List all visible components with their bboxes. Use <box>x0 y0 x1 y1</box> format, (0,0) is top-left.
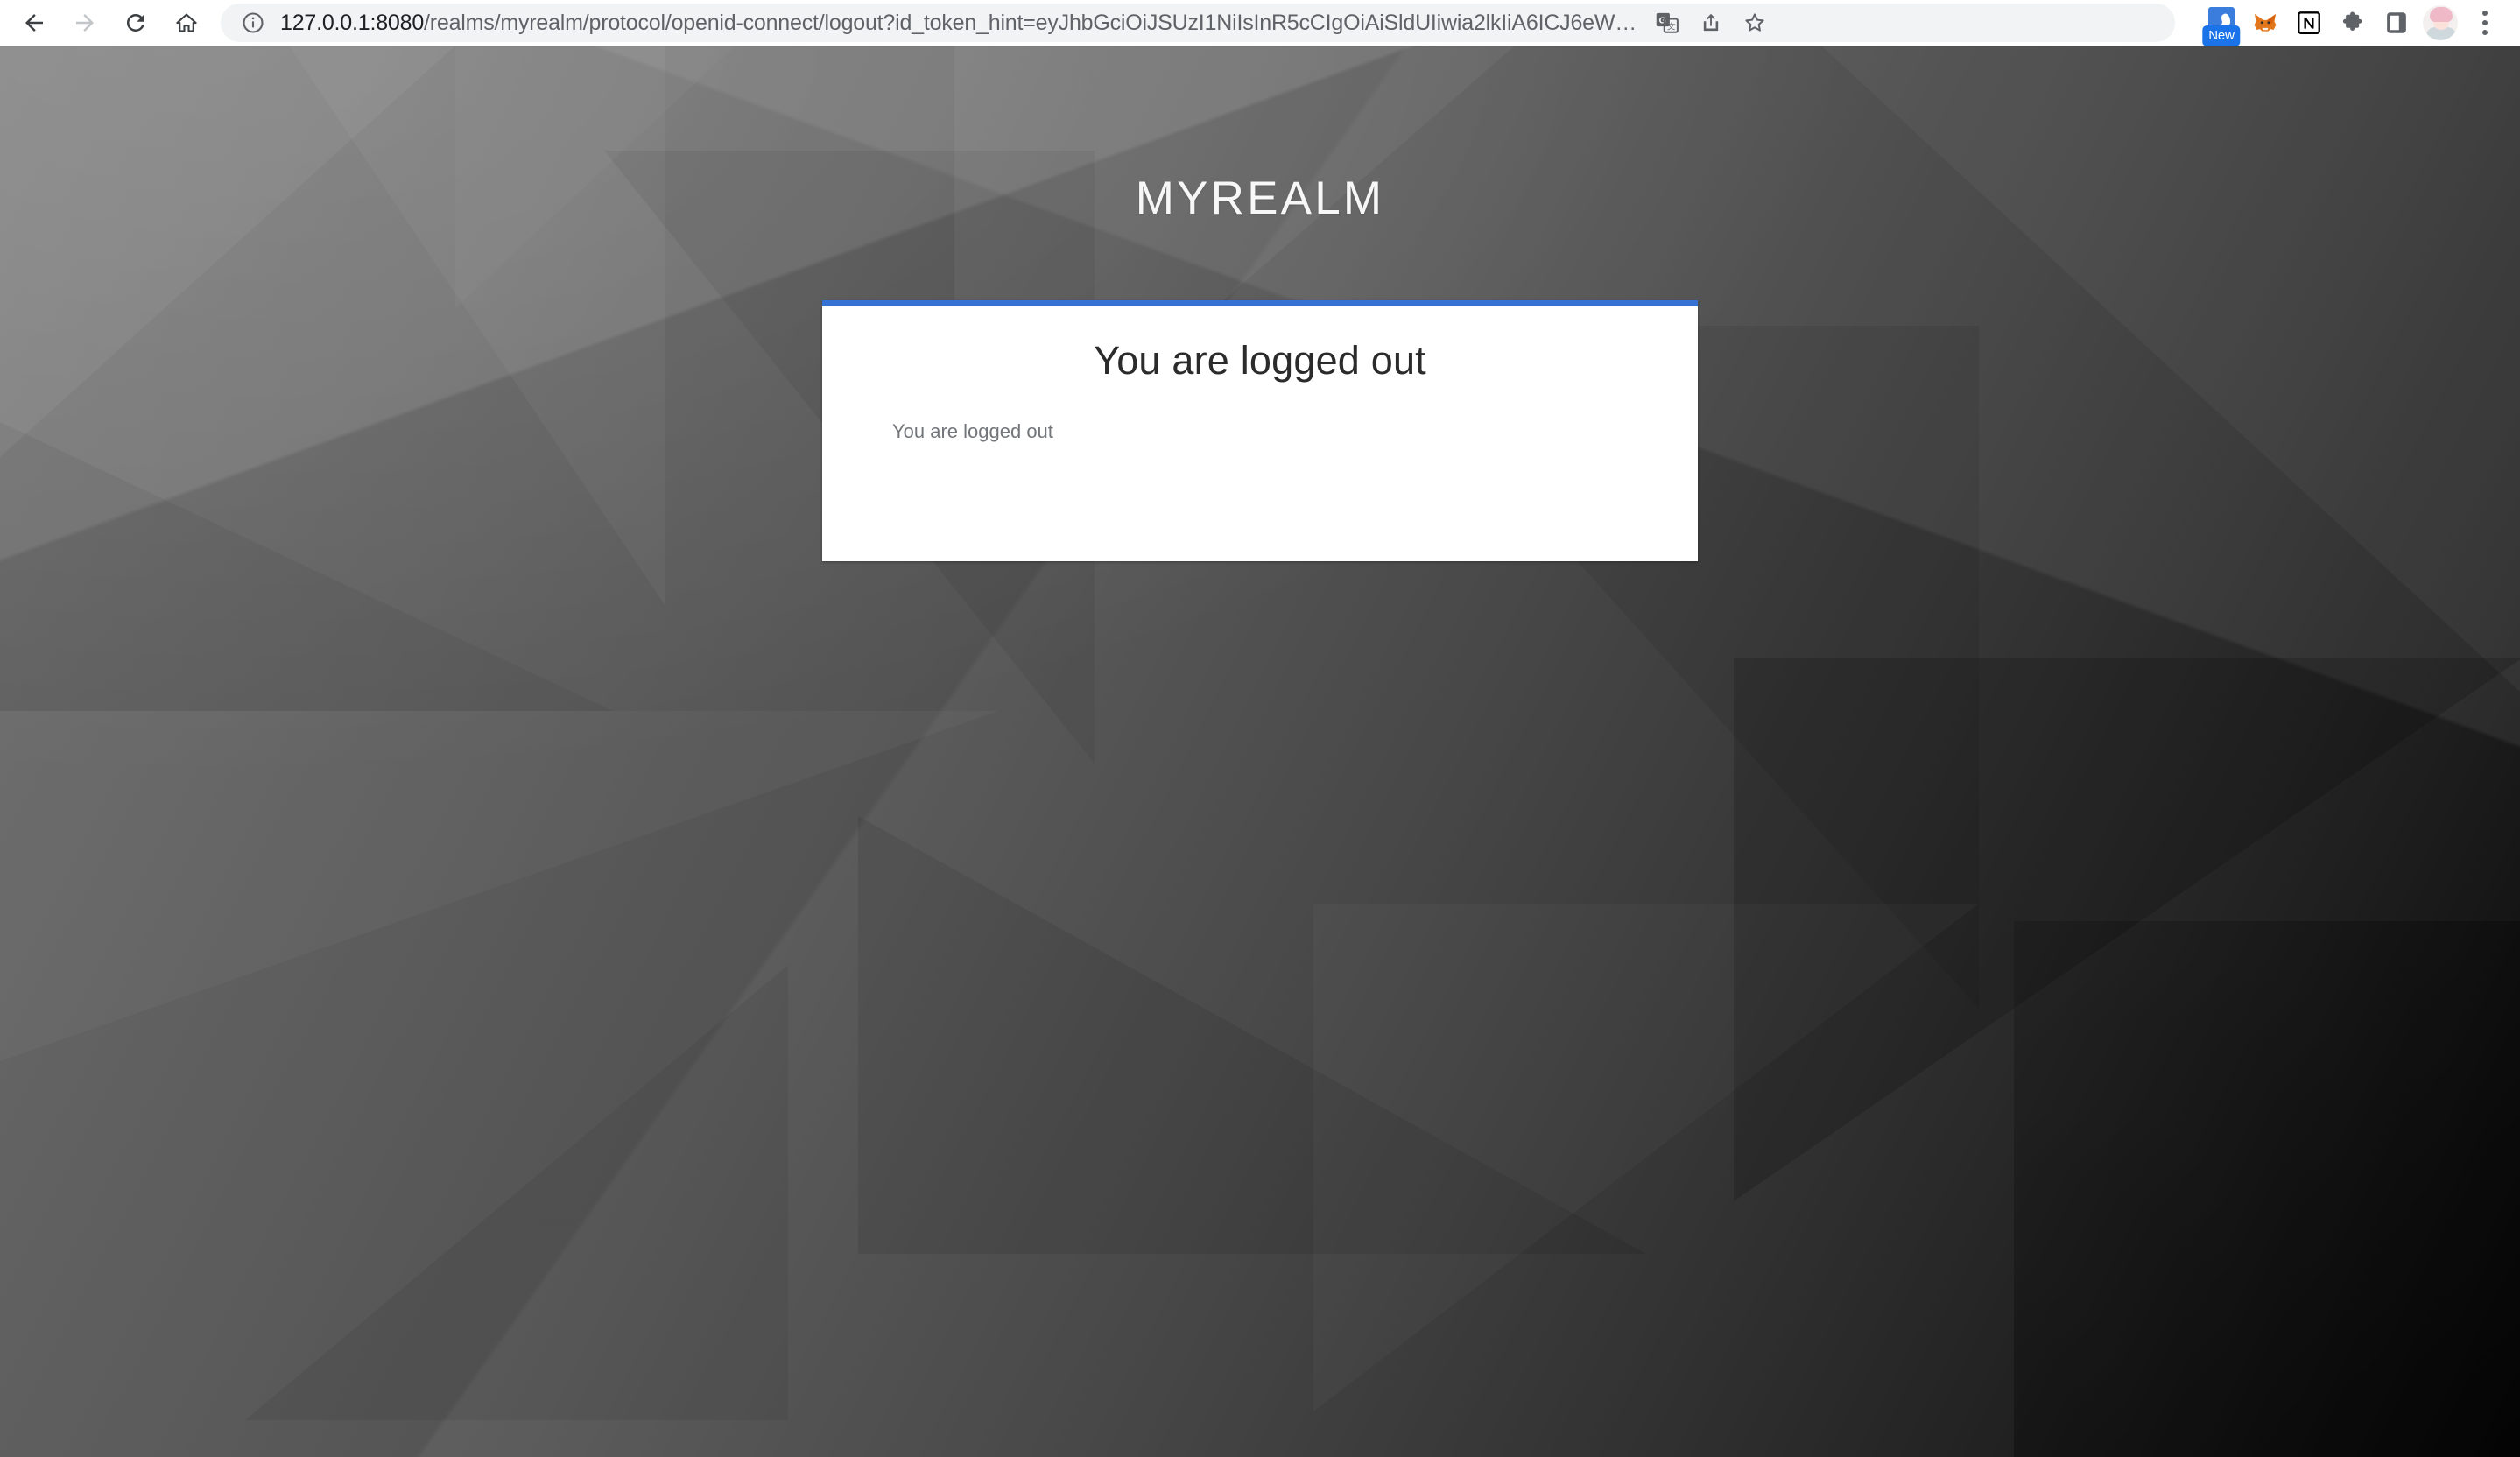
menu-dot <box>2482 20 2488 25</box>
browser-toolbar: 127.0.0.1:8080/realms/myrealm/protocol/o… <box>0 0 2520 46</box>
forward-arrow-icon <box>76 14 94 32</box>
chrome-menu-button[interactable] <box>2462 0 2508 46</box>
url-text: 127.0.0.1:8080/realms/myrealm/protocol/o… <box>280 10 1637 36</box>
new-extension-badge: New <box>2202 25 2241 46</box>
notion-extension-button[interactable] <box>2287 1 2331 45</box>
avatar-hair <box>2430 7 2453 22</box>
info-circle-icon <box>243 12 264 33</box>
menu-dot <box>2482 30 2488 35</box>
reload-icon <box>126 13 144 32</box>
card-heading: You are logged out <box>1094 338 1426 383</box>
url-path: /realms/myrealm/protocol/openid-connect/… <box>424 11 1637 35</box>
browser-window: 127.0.0.1:8080/realms/myrealm/protocol/o… <box>0 0 2520 1457</box>
extensions-menu-button[interactable] <box>2331 1 2375 45</box>
side-panel-icon <box>2387 12 2406 33</box>
share-icon <box>1703 13 1719 32</box>
notion-icon <box>2298 11 2320 34</box>
new-extension-button[interactable]: New <box>2200 1 2243 46</box>
back-arrow-icon <box>25 14 43 32</box>
back-button[interactable] <box>9 0 60 48</box>
home-button[interactable] <box>161 0 212 48</box>
address-bar[interactable]: 127.0.0.1:8080/realms/myrealm/protocol/o… <box>221 4 2175 42</box>
site-info-button[interactable] <box>240 10 266 36</box>
toolbar-shadow <box>0 46 2520 47</box>
share-button[interactable] <box>1689 1 1733 45</box>
metamask-extension-button[interactable] <box>2243 1 2287 45</box>
translate-button[interactable]: G 文 <box>1645 1 1689 45</box>
svg-text:文: 文 <box>1667 21 1675 31</box>
extension-strip: New <box>2200 0 2508 46</box>
logout-card: You are logged out You are logged out <box>822 300 1698 561</box>
omnibox-actions: G 文 <box>1645 1 1777 45</box>
realm-title: MYREALM <box>1135 172 1385 224</box>
card-message: You are logged out <box>892 420 1053 443</box>
reload-button[interactable] <box>110 0 161 48</box>
keycloak-page: MYREALM You are logged out You are logge… <box>0 46 2520 1457</box>
profile-button[interactable] <box>2418 1 2462 45</box>
home-icon <box>176 13 197 32</box>
star-icon <box>1745 13 1764 32</box>
url-host: 127.0.0.1:8080 <box>280 11 425 35</box>
puzzle-piece-icon <box>2342 11 2362 31</box>
bookmark-button[interactable] <box>1733 1 1777 45</box>
page-viewport: MYREALM You are logged out You are logge… <box>0 46 2520 1457</box>
side-panel-button[interactable] <box>2375 1 2418 45</box>
forward-button[interactable] <box>60 0 110 48</box>
avatar <box>2423 5 2458 40</box>
translate-icon: G 文 <box>1656 12 1679 33</box>
menu-dot <box>2482 11 2488 16</box>
metamask-fox-icon <box>2254 14 2277 32</box>
